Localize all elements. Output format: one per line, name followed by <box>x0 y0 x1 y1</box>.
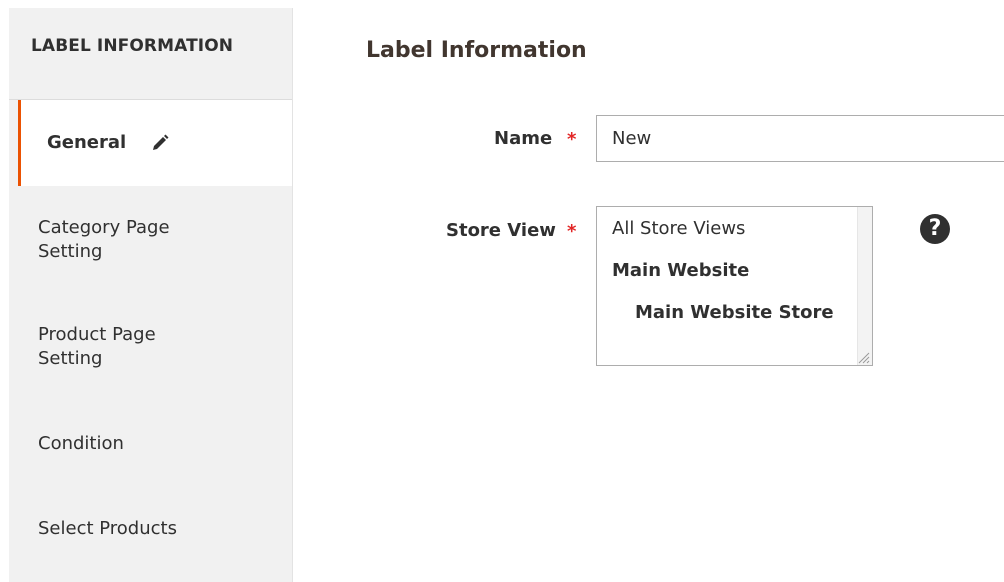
name-label: Name <box>494 128 553 149</box>
sidebar-item-condition[interactable]: Condition <box>9 400 292 488</box>
sidebar: LABEL INFORMATION General Category Page … <box>9 8 293 582</box>
store-view-option-all[interactable]: All Store Views <box>612 218 745 239</box>
pencil-icon <box>150 133 170 153</box>
sidebar-item-general[interactable]: General <box>18 100 292 186</box>
sidebar-title: LABEL INFORMATION <box>9 8 292 100</box>
resize-grip-icon[interactable] <box>856 349 870 364</box>
scrollbar[interactable] <box>857 207 872 365</box>
store-view-multiselect[interactable]: All Store Views Main Website Main Websit… <box>596 206 873 366</box>
sidebar-nav: General Category Page Setting Product Pa… <box>9 100 292 570</box>
page-title: Label Information <box>366 38 587 63</box>
sidebar-item-label: General <box>47 132 127 153</box>
store-view-option-website[interactable]: Main Website <box>612 260 749 281</box>
page: LABEL INFORMATION General Category Page … <box>0 0 1004 582</box>
store-view-label: Store View <box>446 220 556 241</box>
sidebar-item-select-products[interactable]: Select Products <box>9 488 292 570</box>
sidebar-item-label: Condition <box>38 433 124 454</box>
store-view-option-store[interactable]: Main Website Store <box>635 302 834 323</box>
name-input[interactable] <box>596 115 1004 162</box>
sidebar-item-label: Select Products <box>38 518 177 539</box>
required-mark: * <box>567 129 577 150</box>
sidebar-item-label: Category Page Setting <box>38 216 170 262</box>
sidebar-item-category-page-setting[interactable]: Category Page Setting <box>9 186 292 293</box>
required-mark: * <box>567 221 577 242</box>
sidebar-item-product-page-setting[interactable]: Product Page Setting <box>9 293 292 400</box>
question-icon[interactable]: ? <box>920 214 950 244</box>
sidebar-item-label: Product Page Setting <box>38 323 156 369</box>
